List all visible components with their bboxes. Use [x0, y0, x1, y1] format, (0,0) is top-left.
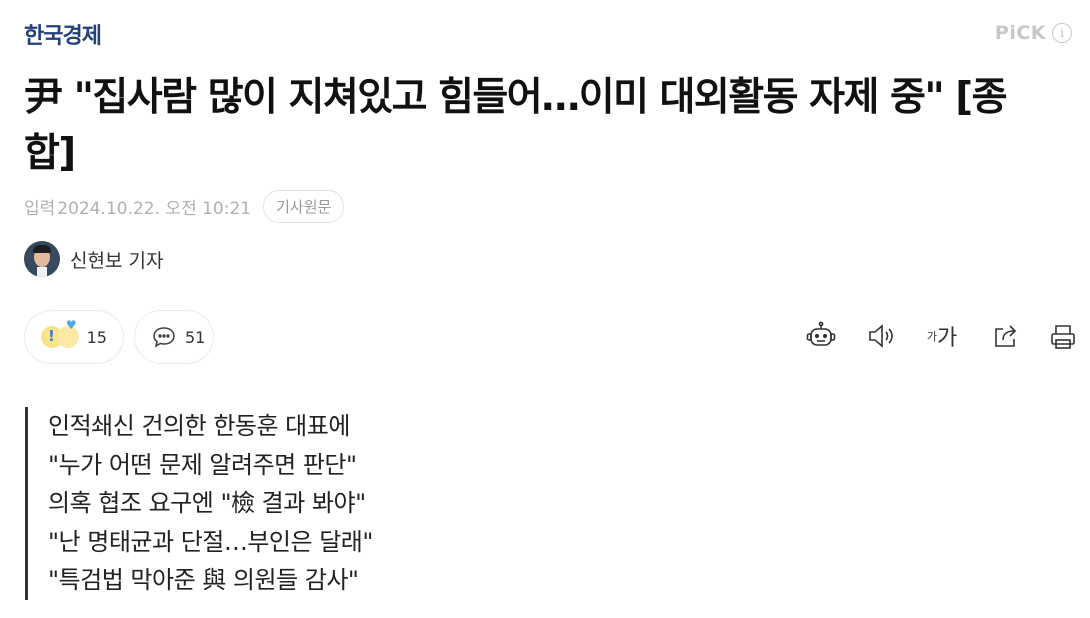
- press-logo[interactable]: 한국경제: [24, 18, 102, 50]
- avatar[interactable]: [24, 241, 60, 277]
- text-to-speech-button[interactable]: [862, 318, 898, 354]
- summary-line: "누가 어떤 문제 알려주면 판단": [48, 450, 357, 479]
- summary-line: 인적쇄신 건의한 한동훈 대표에: [48, 412, 350, 440]
- summary-bot-icon: [805, 320, 837, 352]
- article-summary: 인적쇄신 건의한 한동훈 대표에 "누가 어떤 문제 알려주면 판단" 의혹 협…: [25, 407, 373, 600]
- print-button[interactable]: [1045, 318, 1081, 354]
- heart-emoji-icon: [56, 318, 79, 348]
- speaker-icon: [864, 320, 896, 352]
- pick-badge[interactable]: PiCK i: [995, 22, 1072, 44]
- comment-count: 51: [185, 327, 206, 347]
- original-article-button[interactable]: 기사원문: [263, 190, 345, 223]
- pick-label: PiCK: [994, 22, 1046, 44]
- share-icon: [990, 320, 1022, 352]
- publish-label: 입력: [24, 199, 56, 219]
- article-title: 尹 "집사람 많이 지쳐있고 힘들어…이미 대외활동 자제 중" [종합]: [24, 75, 1007, 176]
- reporter-name[interactable]: 신현보 기자: [70, 246, 163, 273]
- reaction-count: 15: [86, 327, 107, 347]
- publish-date: 2024.10.22. 오전 10:21: [57, 199, 252, 219]
- font-size-button[interactable]: 가가: [924, 318, 960, 354]
- article-meta: 입력 2024.10.22. 오전 10:21 기사원문: [24, 190, 345, 223]
- summary-line: 의혹 협조 요구엔 "檢 결과 봐야": [48, 489, 366, 517]
- comment-button[interactable]: 51: [134, 310, 214, 364]
- reaction-button[interactable]: 15: [24, 310, 124, 364]
- share-button[interactable]: [988, 318, 1024, 354]
- font-size-large-label: 가: [936, 326, 958, 351]
- summary-line: "난 명태균과 단절…부인은 달래": [48, 527, 373, 556]
- comment-icon: [151, 325, 177, 349]
- reporter[interactable]: 신현보 기자: [24, 241, 163, 277]
- summary-line: "특검법 막아준 與 의원들 감사": [48, 566, 359, 594]
- summary-bot-button[interactable]: [803, 318, 839, 354]
- font-size-small-label: 가: [926, 330, 937, 343]
- print-icon: [1047, 320, 1079, 352]
- info-icon[interactable]: i: [1052, 23, 1072, 43]
